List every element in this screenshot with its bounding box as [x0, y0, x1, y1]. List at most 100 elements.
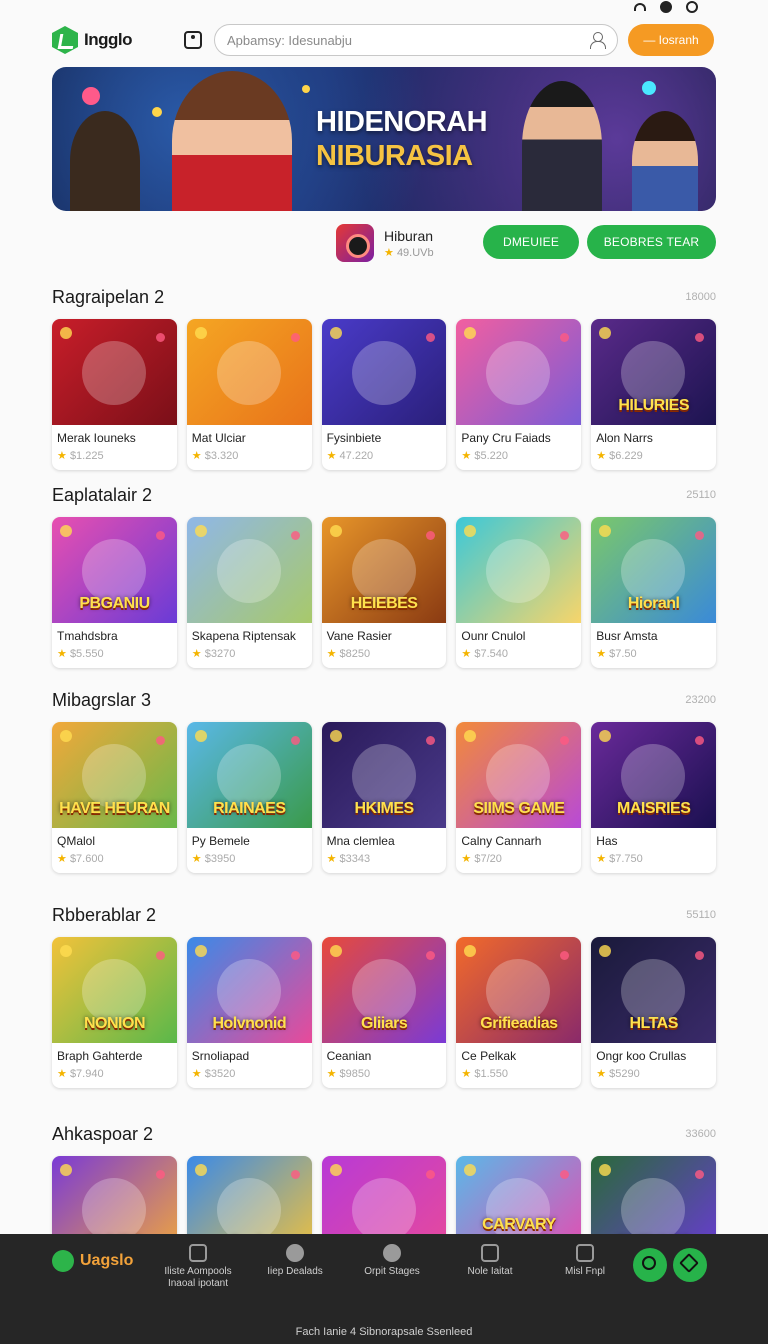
sparkle-shape [599, 525, 612, 537]
app-icon [336, 224, 374, 262]
star-icon: ★ [191, 648, 202, 660]
star-icon: ★ [596, 1068, 607, 1080]
game-thumbnail: MAISRIES [591, 722, 716, 828]
character-shape [486, 959, 551, 1023]
thumbnail-title: Grifieadias [480, 1015, 558, 1032]
game-card[interactable]: Ounr Cnulol ★ $7.540 [456, 517, 582, 668]
user-icon[interactable] [589, 32, 606, 49]
signin-button[interactable]: — Iosranh [628, 24, 714, 56]
primary-action-button[interactable]: DMEUIEE [483, 225, 579, 259]
sparkle-shape [560, 736, 570, 745]
game-name: Mna clemlea [326, 834, 395, 848]
featured-app[interactable]: Hiburan ★ 49.UVb [336, 224, 434, 262]
game-card[interactable]: HAVE HEURAN QMalol ★ $7.600 [52, 722, 177, 873]
nav-item-inbox[interactable]: Misl Fnpl [545, 1244, 625, 1278]
game-thumbnail: HKIMES [321, 722, 447, 828]
thumbnail-title: HKIMES [354, 800, 414, 817]
nav-item-lists[interactable]: Iliste Aompools Inaoal ipotant [158, 1244, 238, 1290]
send-button[interactable] [673, 1248, 707, 1282]
character-shape [82, 744, 146, 808]
search-input[interactable] [227, 32, 589, 48]
secondary-action-button[interactable]: BEOBRES TEAR [587, 225, 716, 259]
sparkle-shape [695, 333, 705, 342]
nav-item-label: Orpit Stages [364, 1266, 420, 1277]
nav-logo[interactable]: Uagslo [52, 1250, 133, 1272]
thumbnail-title: HAVE HEURAN [59, 800, 170, 817]
sparkle-shape [695, 951, 705, 960]
card-row: Merak Iouneks ★ $1.225 Mat Ulciar ★ $3.320 F… [52, 319, 716, 470]
game-card[interactable]: Merak Iouneks ★ $1.225 [52, 319, 177, 470]
game-card[interactable]: NONION Braph Gahterde ★ $7.940 [52, 937, 177, 1088]
game-card[interactable]: Mat Ulciar ★ $3.320 [186, 319, 312, 470]
game-card[interactable]: Pany Cru Faiads ★ $5.220 [456, 319, 582, 470]
rating-value: $1.225 [69, 450, 104, 462]
nav-item-home[interactable]: Nole Iaitat [450, 1244, 530, 1278]
nav-item-deals[interactable]: Iiep Dealads [255, 1244, 335, 1278]
game-card[interactable]: SIIMS GAME Calny Cannarh ★ $7/20 [456, 722, 582, 873]
search-bar[interactable] [214, 24, 618, 56]
character-shape [621, 959, 686, 1023]
game-section: Mibagrslar 3 23200 HAVE HEURAN QMalol ★ $7.6… [52, 688, 716, 873]
character-shape [216, 341, 281, 405]
game-name: Skapena Riptensak [191, 629, 296, 643]
game-card[interactable]: HILURIES Alon Narrs ★ $6.229 [591, 319, 716, 470]
sparkle-shape [425, 531, 435, 540]
game-card[interactable]: RIAINAES Py Bemele ★ $3950 [186, 722, 312, 873]
game-thumbnail [456, 319, 582, 425]
game-card[interactable]: MAISRIES Has ★ $7.750 [591, 722, 716, 873]
game-card[interactable]: HKIMES Mna clemlea ★ $3343 [321, 722, 447, 873]
game-name: Py Bemele [191, 834, 250, 848]
game-rating: ★ $3520 [187, 1063, 312, 1088]
sparkle-shape [194, 945, 207, 957]
sparkle-shape [290, 1170, 300, 1179]
game-card[interactable]: HLTAS Ongr koo Crullas ★ $5290 [591, 937, 716, 1088]
sparkle-shape [156, 1170, 165, 1179]
character-shape [216, 959, 281, 1023]
game-card[interactable]: HEIEBES Vane Rasier ★ $8250 [321, 517, 447, 668]
section-title[interactable]: Mibagrslar 3 [52, 690, 151, 711]
star-icon: ★ [191, 853, 202, 865]
character-shape [621, 341, 686, 405]
game-card[interactable]: Gliiars Ceanian ★ $9850 [321, 937, 447, 1088]
game-thumbnail [186, 517, 312, 623]
character-shape [82, 539, 146, 603]
nav-item-label: Iiep Dealads [267, 1266, 323, 1277]
list-icon [189, 1244, 207, 1262]
section-count: 33600 [685, 1128, 716, 1140]
game-card[interactable]: Grifieadias Ce Pelkak ★ $1.550 [456, 937, 582, 1088]
nav-item-stages[interactable]: Orpit Stages [352, 1244, 432, 1278]
game-card[interactable]: Hioranl Busr Amsta ★ $7.50 [591, 517, 716, 668]
game-rating: ★ $7.940 [52, 1063, 177, 1088]
featured-app-rating: ★ 49.UVb [384, 246, 434, 259]
section-title[interactable]: Ahkaspoar 2 [52, 1124, 153, 1145]
section-title[interactable]: Eaplatalair 2 [52, 485, 152, 506]
game-card[interactable]: Skapena Riptensak ★ $3270 [186, 517, 312, 668]
game-card[interactable]: Fysinbiete ★ 47.220 [321, 319, 447, 470]
game-name: Ounr Cnulol [461, 629, 526, 643]
section-title[interactable]: Rbberablar 2 [52, 905, 156, 926]
header: Ingglo — Iosranh [52, 22, 716, 58]
camera-icon[interactable] [184, 31, 202, 49]
rating-value: 49.UVb [396, 246, 434, 259]
sparkle-shape [60, 945, 72, 957]
sparkle-shape [599, 327, 612, 339]
game-name: Srnoliapad [191, 1049, 250, 1063]
rating-value: $9850 [339, 1068, 371, 1080]
hero-banner[interactable]: HIDENORAH NIBURASIA [52, 67, 716, 211]
game-name: Has [596, 834, 618, 848]
game-card[interactable]: Holvnonid Srnoliapad ★ $3520 [186, 937, 312, 1088]
sparkle-shape [599, 1164, 612, 1176]
search-button[interactable] [633, 1248, 667, 1282]
rating-value: $3520 [204, 1068, 236, 1080]
game-name: QMalol [57, 834, 96, 848]
star-icon: ★ [461, 853, 472, 865]
game-thumbnail: NONION [52, 937, 177, 1043]
section-title[interactable]: Ragraipelan 2 [52, 287, 164, 308]
sparkle-shape [194, 525, 207, 537]
logo[interactable]: Ingglo [52, 26, 184, 54]
search-icon [642, 1256, 656, 1270]
nav-item-label: Misl Fnpl [564, 1266, 605, 1277]
card-row: PBGANIU Tmahdsbra ★ $5.550 Skapena Riptensa… [52, 517, 716, 668]
game-name: Ongr koo Crullas [596, 1049, 687, 1063]
game-card[interactable]: PBGANIU Tmahdsbra ★ $5.550 [52, 517, 177, 668]
